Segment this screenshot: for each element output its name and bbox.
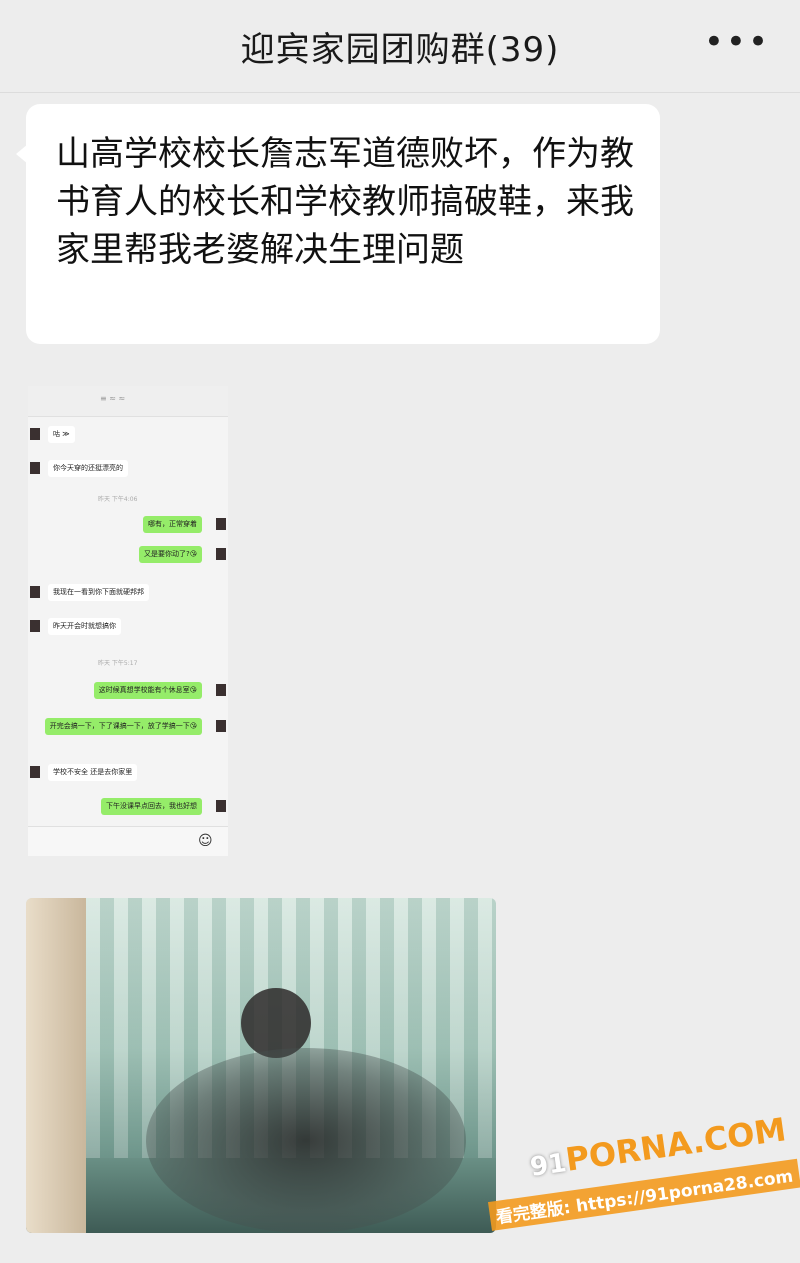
embedded-chat-input-bar: ☺ (28, 826, 228, 856)
embedded-avatar (30, 586, 40, 598)
embedded-message-out: 这时候真想学校能有个休息室😘 (93, 682, 202, 699)
group-title: 迎宾家园团购群(39) (240, 30, 560, 70)
embedded-timestamp: 昨天 下午5:17 (98, 660, 138, 667)
embedded-avatar (216, 548, 226, 560)
embedded-chat-screenshot[interactable]: ≡ ≈ ≈ 咕 ≫ 你今天穿的还挺漂亮的昨天 下午4:06 哪有，正常穿着 又是要你动… (28, 386, 228, 856)
photo-mosaic-blur (146, 1048, 466, 1233)
embedded-avatar (216, 518, 226, 530)
message-bubble[interactable]: 山高学校校长詹志军道德败坏，作为教书育人的校长和学校教师搞破鞋，来我家里帮我老婆… (16, 104, 660, 344)
more-icon[interactable]: ••• (704, 22, 770, 62)
watermark: 91PORNA.COM 看完整版: https://91porna28.com (487, 1110, 800, 1255)
embedded-avatar (30, 462, 40, 474)
embedded-message-in: 你今天穿的还挺漂亮的 (48, 460, 128, 477)
embedded-message-out: 哪有，正常穿着 (143, 516, 202, 533)
photo-message[interactable] (26, 898, 496, 1233)
embedded-message-out: 又是要你动了?😘 (138, 546, 202, 563)
embedded-avatar (30, 620, 40, 632)
embedded-avatar (30, 428, 40, 440)
embedded-avatar (216, 684, 226, 696)
embedded-message-in: 咕 ≫ (48, 426, 75, 443)
embedded-message-out: 开完会搞一下，下了课搞一下，放了学搞一下😘 (44, 718, 202, 735)
chat-header: 迎宾家园团购群(39) ••• (0, 0, 800, 93)
emoji-icon: ☺ (198, 833, 213, 849)
embedded-message-in: 我现在一看到你下面就硬邦邦 (48, 584, 149, 601)
message-text: 山高学校校长詹志军道德败坏，作为教书育人的校长和学校教师搞破鞋，来我家里帮我老婆… (56, 134, 634, 270)
embedded-chat-header: ≡ ≈ ≈ (28, 386, 228, 417)
photo-wall (26, 898, 86, 1233)
embedded-message-in: 学校不安全 还是去你家里 (48, 764, 138, 781)
embedded-message-in: 昨天开会时就想搞你 (48, 618, 121, 635)
embedded-message-out: 下午没课早点回去，我也好想 (101, 798, 202, 815)
embedded-avatar (216, 720, 226, 732)
embedded-timestamp: 昨天 下午4:06 (98, 496, 138, 503)
embedded-avatar (30, 766, 40, 778)
embedded-avatar (216, 800, 226, 812)
embedded-chat-title: ≡ ≈ ≈ (100, 394, 126, 403)
watermark-logo-prefix: 91 (528, 1148, 569, 1183)
